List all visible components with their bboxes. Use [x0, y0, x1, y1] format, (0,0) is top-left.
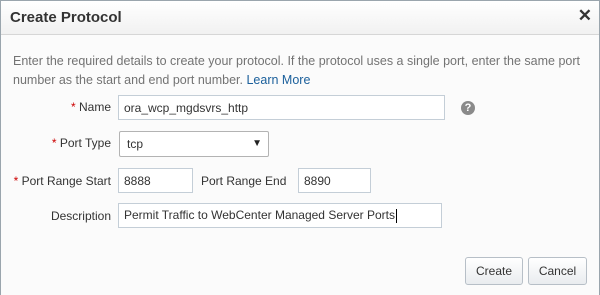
dialog-titlebar: Create Protocol ✕: [1, 1, 599, 35]
required-marker: *: [51, 136, 57, 150]
description-value: Permit Traffic to WebCenter Managed Serv…: [124, 208, 396, 222]
port-range-end-label: Port Range End: [201, 174, 287, 188]
dialog-title: Create Protocol: [10, 9, 122, 26]
port-type-label: * Port Type: [21, 136, 111, 150]
required-marker: *: [13, 174, 19, 188]
help-icon[interactable]: ?: [461, 101, 475, 115]
dialog-body: Enter the required details to create you…: [1, 35, 599, 295]
description-label: Description: [50, 209, 111, 223]
name-label: * Name: [41, 100, 111, 114]
chevron-down-icon: ▼: [252, 138, 262, 149]
name-label-text: Name: [78, 100, 111, 114]
required-marker: *: [70, 100, 76, 114]
port-type-label-text: Port Type: [59, 136, 111, 150]
port-range-start-label: * Port Range Start: [6, 174, 111, 188]
port-range-start-input[interactable]: [118, 168, 193, 193]
description-input[interactable]: Permit Traffic to WebCenter Managed Serv…: [118, 203, 442, 228]
name-input[interactable]: [118, 95, 445, 120]
create-button[interactable]: Create: [465, 257, 523, 285]
port-range-end-input[interactable]: [298, 168, 371, 193]
learn-more-link[interactable]: Learn More: [246, 73, 310, 87]
close-icon[interactable]: ✕: [578, 7, 592, 25]
intro-text: Enter the required details to create you…: [13, 52, 593, 90]
port-type-select[interactable]: tcp ▼: [119, 131, 269, 157]
cancel-button[interactable]: Cancel: [528, 257, 587, 285]
port-range-start-label-text: Port Range Start: [21, 174, 111, 188]
port-type-value: tcp: [127, 137, 144, 151]
create-protocol-dialog: Create Protocol ✕ Enter the required det…: [0, 0, 600, 295]
text-caret: [396, 208, 398, 223]
